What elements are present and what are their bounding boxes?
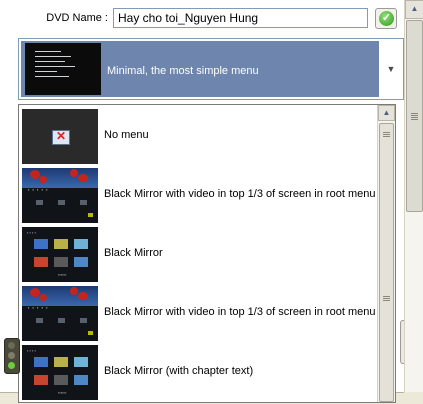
grip-icon <box>383 296 390 302</box>
option-label: Black Mirror <box>104 247 163 259</box>
scroll-up-arrow-icon[interactable]: ▲ <box>405 0 423 19</box>
menu-preview-thumbnail <box>25 43 101 95</box>
option-label: Black Mirror with video in top 1/3 of sc… <box>104 306 389 318</box>
grip-icon <box>383 132 390 138</box>
black-mirror-thumbnail: ▪ ▪ ▪ ▪ ▪▪▪▪▪▪ <box>22 227 98 282</box>
confirm-name-button[interactable]: ✓ <box>375 8 397 29</box>
status-light-icon <box>4 338 20 374</box>
outer-scroll-thumb[interactable] <box>406 20 423 212</box>
selected-menu-label: Minimal, the most simple menu <box>107 65 259 77</box>
menu-option-black-mirror-video[interactable]: ▪ ▪ ▪ ▪ ▪ Black Mirror with video in top… <box>19 166 377 225</box>
left-panel-strip <box>0 104 19 336</box>
option-label: No menu <box>104 129 149 141</box>
dvd-name-input[interactable] <box>113 8 368 28</box>
menu-option-no-menu[interactable]: ✕ No menu <box>19 107 377 166</box>
selected-menu-option[interactable]: Minimal, the most simple menu <box>21 41 379 97</box>
check-icon: ✓ <box>379 11 394 26</box>
menu-style-select[interactable]: Minimal, the most simple menu ▼ <box>18 38 404 100</box>
broken-image-icon: ✕ <box>52 129 70 145</box>
black-mirror-chapter-thumbnail: ▪ ▪ ▪ ▪ ▪▪▪▪▪▪ <box>22 345 98 400</box>
menu-option-black-mirror-chapter[interactable]: ▪ ▪ ▪ ▪ ▪▪▪▪▪▪ Black Mirror (with chapte… <box>19 343 377 402</box>
dropdown-scrollbar[interactable]: ▲ <box>377 105 395 402</box>
menu-style-dropdown[interactable]: ✕ No menu ▪ ▪ ▪ ▪ ▪ Black Mirror with vi… <box>18 104 396 403</box>
black-mirror-video-thumbnail: ▪ ▪ ▪ ▪ ▪ <box>22 286 98 341</box>
option-label: Black Mirror (with chapter text) <box>104 365 254 377</box>
option-label: Black Mirror with video in top 1/3 of sc… <box>104 188 376 200</box>
dvd-name-label: DVD Name : <box>46 12 108 24</box>
scroll-up-arrow-icon[interactable]: ▲ <box>378 105 395 121</box>
no-menu-thumbnail: ✕ <box>22 109 98 164</box>
chevron-down-icon[interactable]: ▼ <box>381 41 401 97</box>
menu-option-black-mirror-video-2[interactable]: ▪ ▪ ▪ ▪ ▪ Black Mirror with video in top… <box>19 284 388 343</box>
black-mirror-video-thumbnail: ▪ ▪ ▪ ▪ ▪ <box>22 168 98 223</box>
grip-icon <box>411 113 418 121</box>
dropdown-scroll-thumb[interactable] <box>379 123 394 402</box>
outer-scrollbar[interactable]: ▲ <box>404 0 423 392</box>
menu-option-black-mirror[interactable]: ▪ ▪ ▪ ▪ ▪▪▪▪▪▪ Black Mirror <box>19 225 377 284</box>
